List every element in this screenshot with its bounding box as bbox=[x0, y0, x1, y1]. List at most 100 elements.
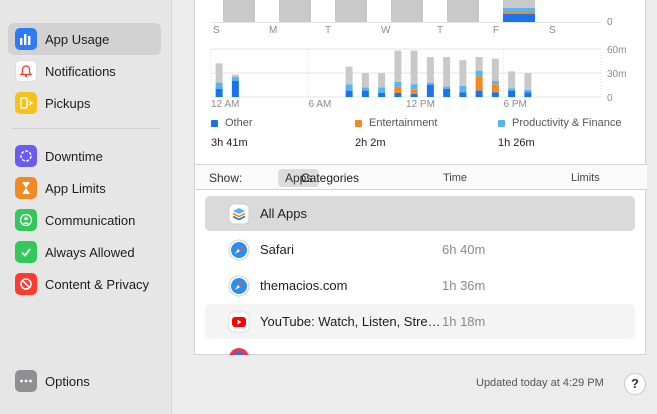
sidebar-item-communication[interactable]: Communication bbox=[8, 204, 161, 236]
hour-bar-uncategorized bbox=[491, 58, 499, 81]
app-row-partial[interactable] bbox=[205, 340, 635, 355]
hour-bar-uncategorized bbox=[215, 63, 223, 83]
sidebar-item-downtime[interactable]: Downtime bbox=[8, 140, 161, 172]
sidebar-item-app-limits[interactable]: App Limits bbox=[8, 172, 161, 204]
hour-bar-uncategorized bbox=[508, 71, 516, 89]
x-tick-label: 12 AM bbox=[211, 99, 239, 110]
x-tick-label: 6 AM bbox=[309, 99, 332, 110]
updated-status: Updated today at 4:29 PM bbox=[476, 377, 604, 389]
hour-bar-other bbox=[394, 93, 402, 97]
hour-bar-productivity-finance bbox=[491, 81, 499, 85]
app-row-youtube[interactable]: YouTube: Watch, Listen, Stream 1h 18m bbox=[205, 304, 635, 339]
limits-column-header[interactable]: Limits bbox=[571, 172, 600, 184]
sidebar-item-app-usage[interactable]: App Usage bbox=[8, 23, 161, 55]
sidebar-item-label: Options bbox=[45, 373, 90, 389]
list-toolbar: Show: Apps Categories Time Limits bbox=[195, 164, 647, 190]
youtube-icon bbox=[228, 311, 250, 333]
hour-bar-other bbox=[378, 93, 386, 97]
hour-bar-productivity-finance bbox=[378, 87, 386, 93]
time-column-header[interactable]: Time bbox=[443, 172, 467, 184]
main-content: S M T W T F S 0 60m 30m 0 12 AM 6 AM 12 PM 6 P… bbox=[172, 0, 657, 414]
hour-bar-other bbox=[524, 92, 532, 97]
legend-productivity-row: Productivity & Finance bbox=[498, 117, 621, 129]
hour-bar-productivity-finance bbox=[394, 81, 402, 87]
sidebar-item-notifications[interactable]: Notifications bbox=[8, 55, 161, 87]
communication-icon bbox=[15, 209, 37, 231]
hour-bar-productivity-finance bbox=[459, 85, 467, 93]
hour-bar-other bbox=[508, 90, 516, 97]
legend-label: Other bbox=[225, 117, 253, 129]
legend-swatch bbox=[211, 119, 218, 127]
hour-bar-other bbox=[410, 93, 418, 97]
sidebar-item-content-privacy[interactable]: Content & Privacy bbox=[8, 268, 161, 300]
categories-segment-label[interactable]: Categories bbox=[301, 171, 359, 185]
y-tick-label: 60m bbox=[607, 45, 626, 56]
hour-bar-productivity-finance bbox=[508, 88, 516, 91]
sidebar-item-label: Downtime bbox=[45, 148, 103, 164]
hour-bar-other bbox=[426, 85, 434, 97]
legend-entertainment: Entertainment 2h 2m bbox=[355, 117, 437, 149]
x-tick-label: 6 PM bbox=[504, 99, 527, 110]
sidebar: App Usage Notifications Pickups Downtime… bbox=[0, 0, 172, 414]
help-button[interactable]: ? bbox=[624, 373, 646, 395]
app-row-all-apps[interactable]: All Apps bbox=[205, 196, 635, 231]
ellipsis-icon bbox=[15, 370, 37, 392]
hourglass-icon bbox=[15, 177, 37, 199]
safari-icon bbox=[228, 239, 250, 261]
hour-bar-productivity-finance bbox=[426, 82, 434, 85]
y-tick-label: 0 bbox=[607, 93, 613, 104]
hour-bar-productivity-finance bbox=[361, 87, 369, 91]
app-row-themacios[interactable]: themacios.com 1h 36m bbox=[205, 268, 635, 303]
hour-bar-other bbox=[475, 90, 483, 97]
app-list: All Apps Safari 6h 40m themacios.com 1h … bbox=[195, 191, 647, 355]
app-name: themacios.com bbox=[260, 278, 348, 293]
legend-value: 1h 26m bbox=[498, 137, 535, 149]
hour-bar-productivity-finance bbox=[475, 70, 483, 77]
app-partial-icon bbox=[228, 347, 250, 355]
hour-bar-uncategorized bbox=[231, 74, 239, 77]
hour-bar-uncategorized bbox=[378, 73, 386, 88]
legend-swatch bbox=[498, 119, 505, 127]
hourly-usage-chart: 60m 30m 0 12 AM 6 AM 12 PM 6 PM bbox=[210, 45, 626, 110]
usage-panel: S M T W T F S 0 60m 30m 0 12 AM 6 AM 12 PM 6 P… bbox=[194, 0, 647, 355]
chart-area: S M T W T F S 0 60m 30m 0 12 AM 6 AM 12 PM 6 P… bbox=[195, 0, 647, 164]
hour-bar-uncategorized bbox=[459, 60, 467, 86]
bell-icon bbox=[15, 60, 37, 82]
legend-value: 2h 2m bbox=[355, 137, 386, 149]
hour-bar-uncategorized bbox=[443, 57, 451, 87]
legend-value: 3h 41m bbox=[211, 137, 248, 149]
legend-other-row: Other bbox=[211, 117, 253, 129]
legend-productivity: Productivity & Finance 1h 26m bbox=[498, 117, 621, 149]
y-tick-label: 30m bbox=[607, 69, 626, 80]
legend-label: Productivity & Finance bbox=[512, 117, 622, 129]
sidebar-item-always-allowed[interactable]: Always Allowed bbox=[8, 236, 161, 268]
hour-bar-entertainment bbox=[394, 86, 402, 93]
hour-bar-uncategorized bbox=[361, 73, 369, 88]
show-label: Show: bbox=[209, 171, 243, 185]
sidebar-item-options[interactable]: Options bbox=[8, 365, 161, 397]
no-entry-icon bbox=[15, 273, 37, 295]
sidebar-item-label: Communication bbox=[45, 212, 136, 228]
stack-icon bbox=[228, 203, 250, 225]
app-time: 6h 40m bbox=[442, 242, 486, 257]
hour-bar-uncategorized bbox=[345, 66, 353, 85]
sidebar-divider bbox=[12, 128, 160, 129]
sidebar-item-label: Content & Privacy bbox=[45, 276, 150, 292]
hour-bar-entertainment bbox=[475, 76, 483, 91]
hour-bar-other bbox=[491, 92, 499, 97]
sidebar-item-pickups[interactable]: Pickups bbox=[8, 87, 161, 119]
pickups-icon bbox=[15, 92, 37, 114]
legend-label: Entertainment bbox=[369, 117, 438, 129]
hour-bar-uncategorized bbox=[410, 50, 418, 85]
legend-other: Other 3h 41m bbox=[211, 117, 253, 149]
sidebar-item-label: Notifications bbox=[45, 63, 116, 79]
app-row-safari[interactable]: Safari 6h 40m bbox=[205, 232, 635, 267]
legend-swatch bbox=[355, 119, 362, 127]
hour-bar-uncategorized bbox=[394, 50, 402, 82]
hour-bar-entertainment bbox=[491, 84, 499, 93]
bar-chart-icon bbox=[15, 28, 37, 50]
sidebar-item-label: Pickups bbox=[45, 95, 91, 111]
hour-bar-uncategorized bbox=[475, 57, 483, 71]
hour-bar-productivity-finance bbox=[215, 82, 223, 89]
hour-bar-other bbox=[215, 89, 223, 97]
